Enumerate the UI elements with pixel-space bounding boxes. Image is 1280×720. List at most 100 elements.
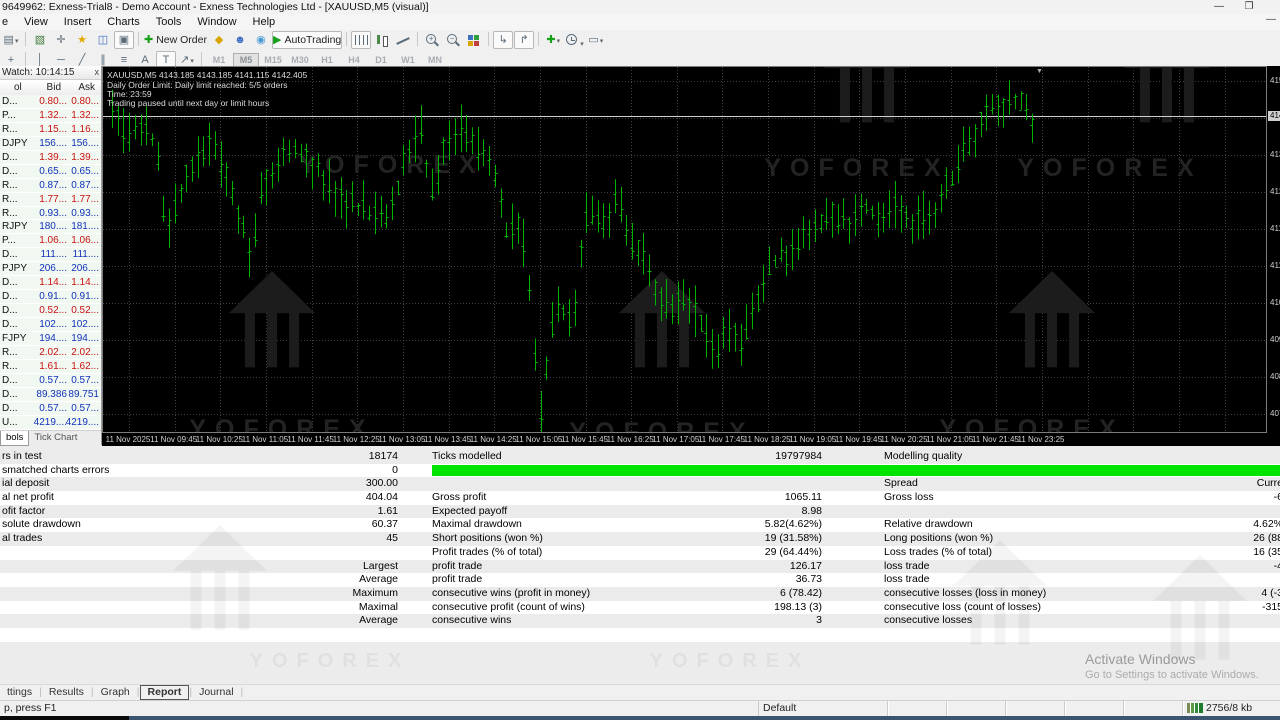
column-bid[interactable]: Bid	[47, 81, 61, 94]
market-watch-row[interactable]: R... 1.77... 1.77...	[0, 192, 101, 207]
mdi-minimize-button[interactable]: —	[1266, 14, 1276, 25]
bid-cell: 0.52...	[39, 305, 67, 317]
new-chart-button[interactable]: ▧	[30, 31, 50, 49]
ask-cell: 1.06...	[71, 235, 99, 247]
symbol-cell: D...	[2, 374, 18, 386]
market-watch-row[interactable]: D... 0.65... 0.65...	[0, 164, 101, 179]
marketplace-button[interactable]: ◆	[209, 31, 229, 49]
maximize-button[interactable]: ❐	[1236, 1, 1262, 13]
connection-label: 2756/8 kb	[1206, 702, 1253, 714]
tile-windows-button[interactable]	[464, 31, 484, 49]
report-value: Curre	[1256, 477, 1280, 490]
market-watch-row[interactable]: D... 0.57... 0.57...	[0, 401, 101, 416]
zoom-in-button[interactable]	[422, 31, 442, 49]
status-help-text: p, press F1	[4, 702, 57, 714]
report-value: 29 (64.44%)	[764, 545, 822, 558]
templates-button[interactable]: ▭▾	[586, 31, 606, 49]
report-value: 5.82(4.62%)	[764, 518, 822, 531]
tester-window-button[interactable]: ▣	[114, 31, 134, 49]
tab-results[interactable]: Results	[42, 685, 91, 700]
market-watch-row[interactable]: U... 4219.... 4219....	[0, 415, 101, 430]
signals-button[interactable]: ◉	[251, 31, 271, 49]
ask-cell: 0.57...	[71, 374, 99, 386]
horizontal-line-tool-icon: ─	[57, 54, 65, 66]
status-empty-cell	[888, 701, 947, 716]
market-watch-toggle-button[interactable]: ◫	[93, 31, 113, 49]
market-watch-row[interactable]: P... 1.06... 1.06...	[0, 234, 101, 249]
report-value: 3	[816, 614, 822, 627]
menu-item-insert[interactable]: Insert	[56, 14, 100, 31]
report-value: 4 (-3	[1261, 586, 1280, 599]
market-watch-row[interactable]: R... 2.02... 2.02...	[0, 345, 101, 360]
market-watch-row[interactable]: D... 0.52... 0.52...	[0, 304, 101, 318]
chart-profiles-button[interactable]: ▤▾	[1, 31, 21, 49]
menu-item-tools[interactable]: Tools	[148, 14, 190, 31]
market-watch-row[interactable]: D... 102.... 102....	[0, 318, 101, 332]
indicators-a-button[interactable]: ↳	[493, 31, 514, 49]
bid-cell: 0.80...	[39, 96, 67, 107]
cursor-crosshair-button[interactable]: ✛	[51, 31, 71, 49]
market-watch-row[interactable]: DJPY 156.... 156....	[0, 136, 101, 151]
chart-plot-area[interactable]: XAUUSD,M5 4143.185 4143.185 4141.115 414…	[102, 66, 1267, 433]
market-watch-row[interactable]: D... 111.... 111....	[0, 248, 101, 263]
add-indicator-button[interactable]: ✚▾	[543, 31, 563, 49]
market-watch-row[interactable]: D... 1.39... 1.39...	[0, 150, 101, 165]
status-empty-cell	[1006, 701, 1065, 716]
menu-item-charts[interactable]: Charts	[99, 14, 147, 31]
indicators-b-button[interactable]: ↱	[514, 31, 535, 49]
candlestick-chart-button[interactable]	[372, 31, 392, 49]
favorites-button[interactable]: ★	[72, 31, 92, 49]
line-chart-icon	[396, 34, 410, 46]
menu-item-help[interactable]: Help	[245, 14, 284, 31]
market-watch-row[interactable]: R... 0.93... 0.93...	[0, 206, 101, 221]
tab-graph[interactable]: Graph	[94, 685, 137, 700]
tab-report[interactable]: Report	[139, 685, 190, 700]
symbol-cell: P...	[2, 235, 16, 247]
price-axis[interactable]: 4150.004142.004134.004126.004118.004110.…	[1268, 66, 1280, 433]
new-order-button[interactable]: ✚ New Order	[143, 31, 208, 49]
menu-item-view[interactable]: View	[16, 14, 56, 31]
status-connection-cell[interactable]: 2756/8 kb	[1183, 701, 1280, 716]
time-axis[interactable]: 11 Nov 2025 11 Nov 09:45 11 Nov 10:25 11 No…	[102, 433, 1280, 446]
market-watch-row[interactable]: R... 1.15... 1.16...	[0, 122, 101, 137]
symbol-cell: D...	[2, 402, 18, 414]
favorites-icon: ★	[77, 34, 87, 46]
market-watch-row[interactable]: FJPY 194.... 194....	[0, 331, 101, 346]
tab-journal[interactable]: Journal	[192, 685, 240, 700]
menu-item-e[interactable]: e	[0, 14, 16, 31]
ask-cell: 194....	[71, 332, 99, 344]
ask-cell: 2.02...	[71, 346, 99, 358]
window-title: 9649962: Exness-Trial8 - Demo Account - …	[2, 1, 429, 13]
column-symbol[interactable]: ol	[14, 81, 22, 94]
market-watch-row[interactable]: RJPY 180.... 181....	[0, 220, 101, 235]
status-profile-cell[interactable]: Default	[758, 701, 888, 716]
chart-window[interactable]: XAUUSD,M5 4143.185 4143.185 4141.115 414…	[102, 66, 1280, 446]
menu-item-window[interactable]: Window	[189, 14, 244, 31]
chart-shift-marker-icon[interactable]: ▼	[1036, 68, 1043, 75]
market-watch-row[interactable]: D... 0.91... 0.91...	[0, 290, 101, 305]
autotrading-button[interactable]: ▶ AutoTrading	[271, 31, 343, 49]
market-watch-tab-tick-chart[interactable]: Tick Chart	[29, 431, 82, 445]
minimize-button[interactable]: —	[1206, 1, 1232, 13]
periods-button[interactable]: ▾	[564, 31, 585, 49]
close-icon[interactable]: x	[95, 66, 100, 79]
market-watch-row[interactable]: R... 0.87... 0.87...	[0, 178, 101, 193]
market-watch-row[interactable]: D... 0.57... 0.57...	[0, 373, 101, 388]
market-watch-row[interactable]: R... 1.61... 1.62...	[0, 359, 101, 374]
market-watch-row[interactable]: PJPY 206.... 206....	[0, 262, 101, 277]
expert-advisors-button[interactable]: ☻	[230, 31, 250, 49]
line-chart-button[interactable]	[393, 31, 413, 49]
zoom-out-button[interactable]	[443, 31, 463, 49]
market-watch-tab-bols[interactable]: bols	[0, 431, 30, 446]
market-watch-row[interactable]: D... 1.14... 1.14...	[0, 276, 101, 291]
market-watch-toggle-icon: ◫	[97, 34, 109, 46]
report-value: 36.73	[795, 573, 822, 586]
market-watch-row[interactable]: D... 0.80... 0.80...	[0, 95, 101, 109]
ask-cell: 0.57...	[71, 402, 99, 414]
bar-chart-button[interactable]	[351, 31, 372, 49]
market-watch-row[interactable]: D... 89.386 89.751	[0, 387, 101, 402]
expert-advisors-icon: ☻	[234, 34, 246, 46]
tab-ttings[interactable]: ttings	[0, 685, 39, 700]
column-ask[interactable]: Ask	[78, 81, 95, 94]
market-watch-row[interactable]: P... 1.32... 1.32...	[0, 108, 101, 123]
